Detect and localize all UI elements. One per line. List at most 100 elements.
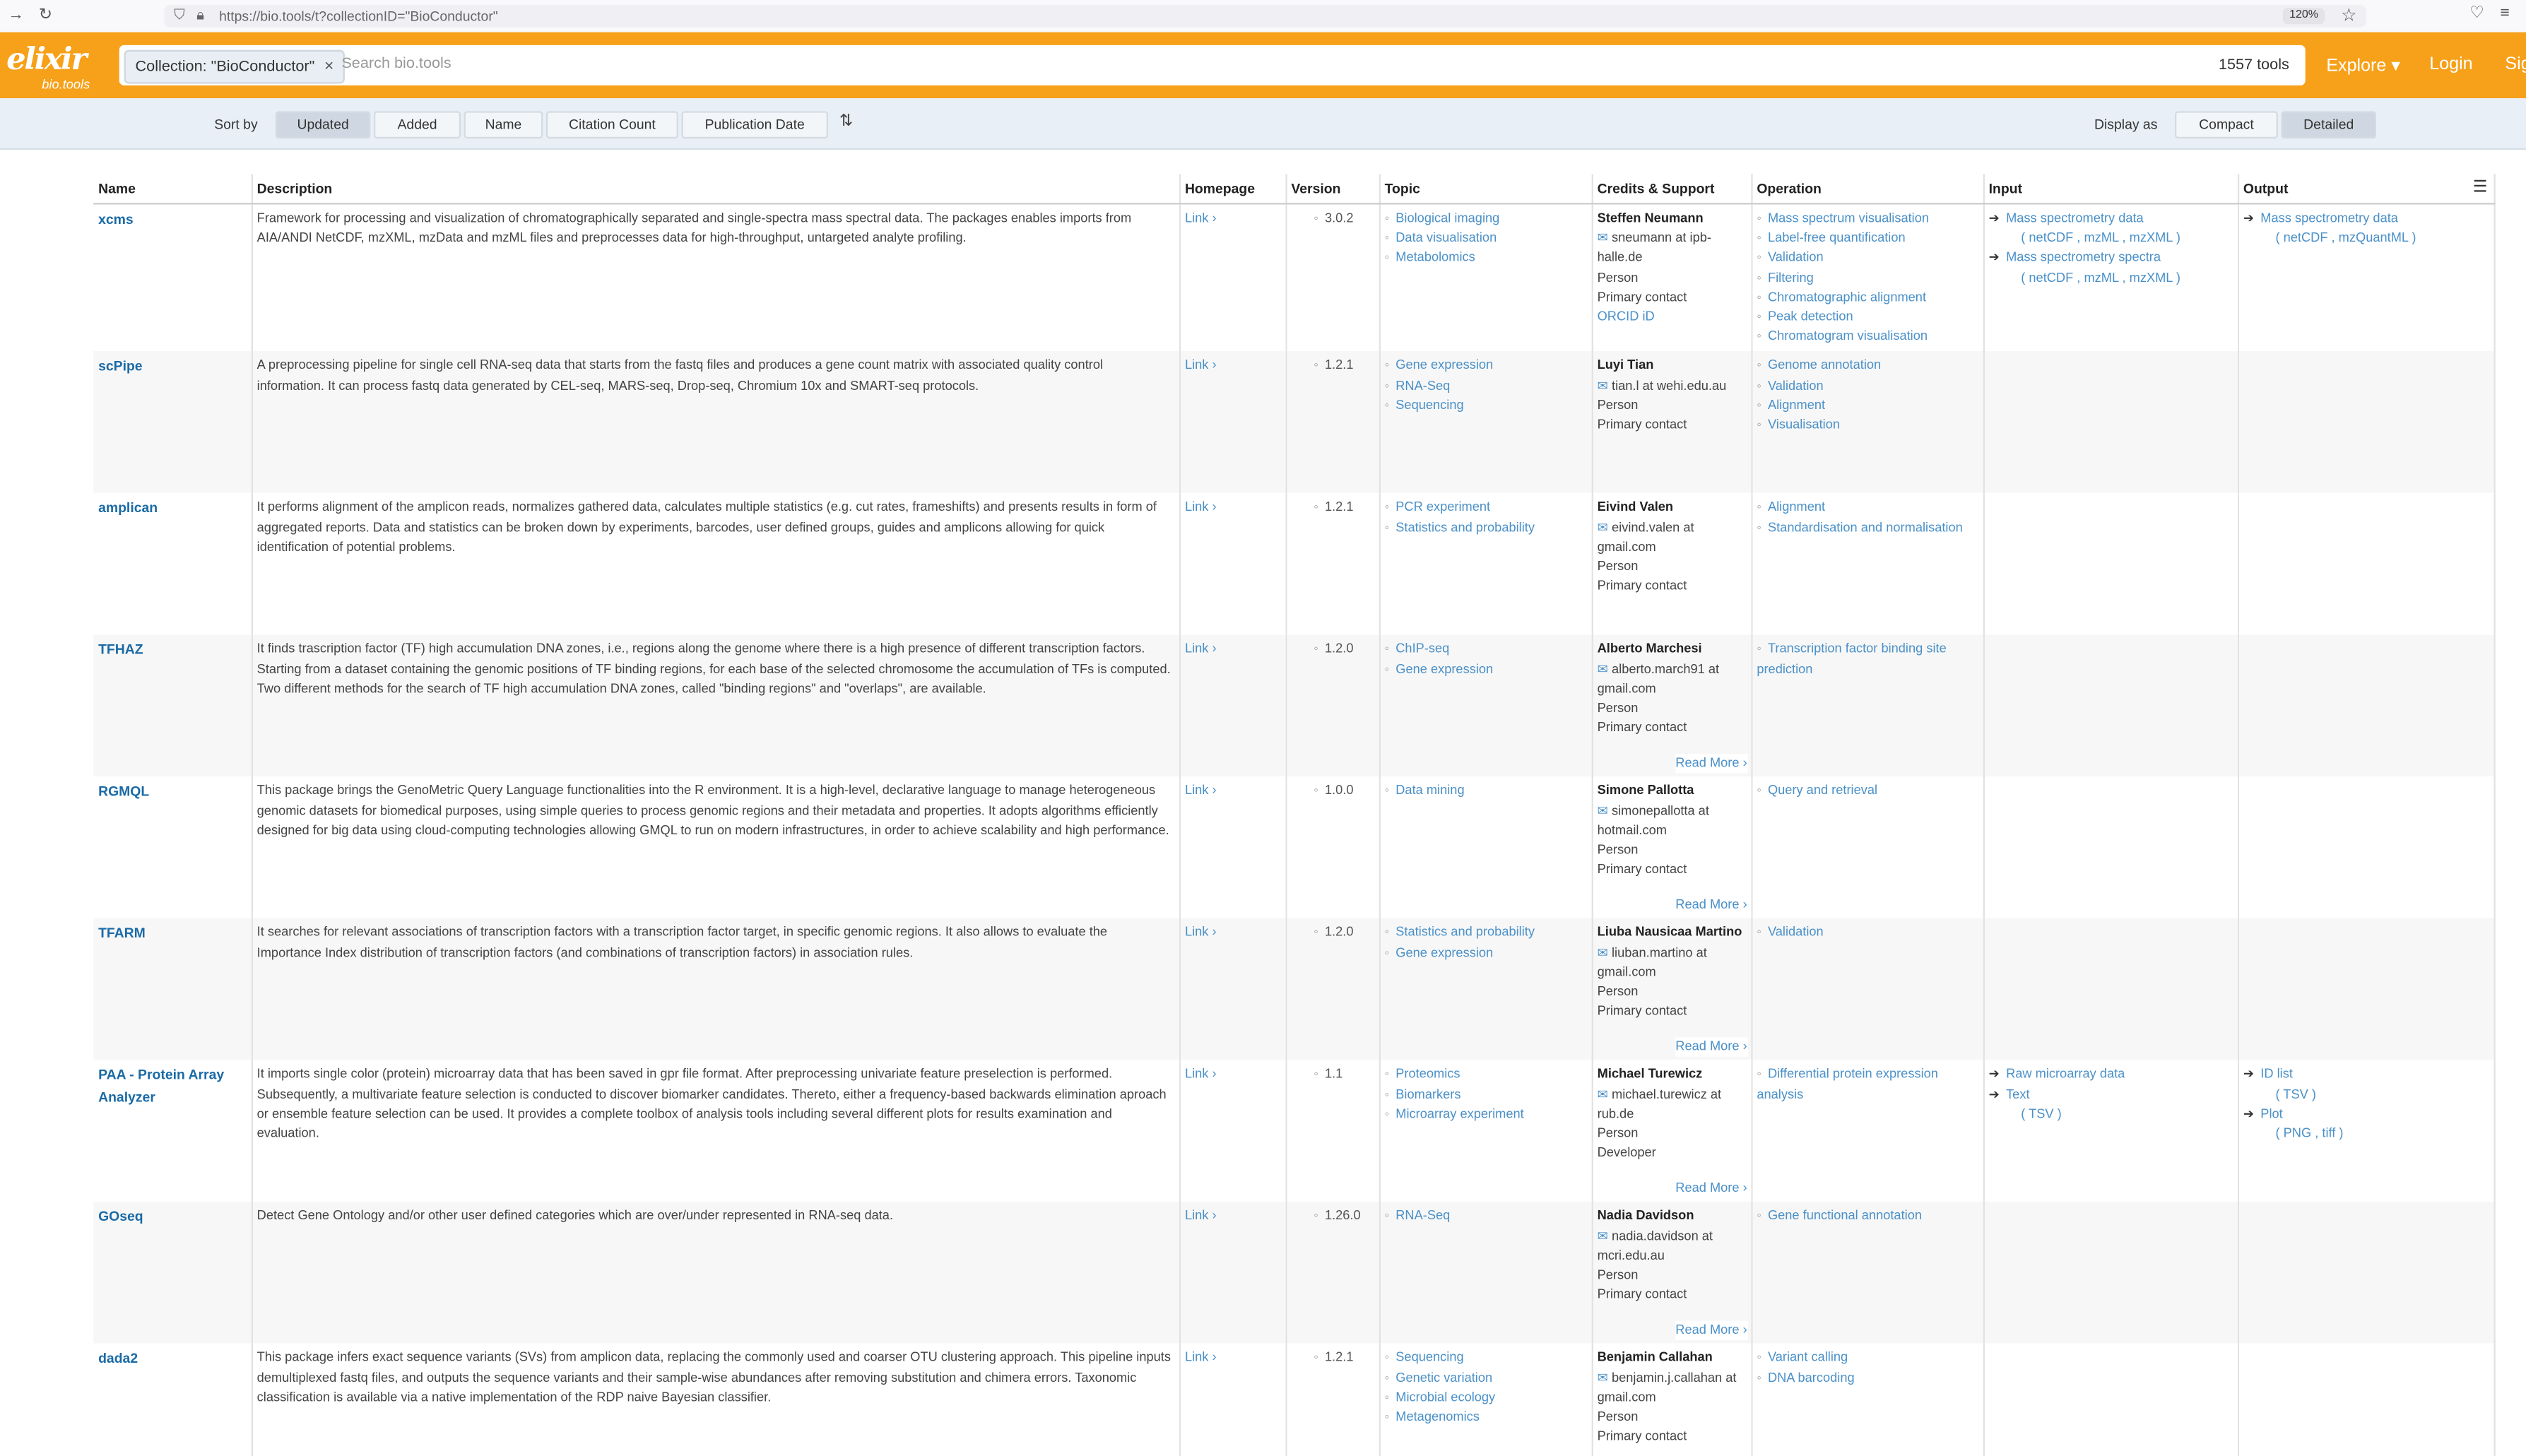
mail-icon[interactable]: ✉ <box>1598 661 1612 676</box>
tool-name-link[interactable]: scPipe <box>98 358 142 374</box>
explore-menu[interactable]: Explore ▾ <box>2326 55 2400 76</box>
operation-link[interactable]: Visualisation <box>1757 415 1977 435</box>
topic-link[interactable]: ChIP-seq <box>1385 640 1586 660</box>
operation-link[interactable]: Genome annotation <box>1757 357 1977 377</box>
operation-link[interactable]: Variant calling <box>1757 1349 1977 1368</box>
tool-name-link[interactable]: GOseq <box>98 1209 143 1225</box>
column-header[interactable]: Input <box>1983 174 2239 205</box>
operation-link[interactable]: Chromatographic alignment <box>1757 288 1977 308</box>
tool-name-link[interactable]: xcms <box>98 211 134 227</box>
topic-link[interactable]: Genetic variation <box>1385 1368 1586 1388</box>
operation-link[interactable]: Gene functional annotation <box>1757 1207 1977 1227</box>
bookmark-star-icon[interactable]: ☆ <box>2341 5 2357 25</box>
column-header[interactable]: Topic <box>1379 174 1593 205</box>
operation-link[interactable]: Differential protein expression analysis <box>1757 1065 1977 1105</box>
output-data-link[interactable]: ID list <box>2260 1067 2293 1082</box>
topic-link[interactable]: Biomarkers <box>1385 1085 1586 1105</box>
topic-link[interactable]: Gene expression <box>1385 660 1586 680</box>
tool-name-link[interactable]: PAA - Protein Array Analyzer <box>98 1067 224 1104</box>
elixir-logo[interactable]: elixir bio.tools <box>6 42 103 97</box>
output-formats[interactable]: ( netCDF , mzQuantML ) <box>2243 229 2489 249</box>
input-data-link[interactable]: Text <box>2006 1087 2029 1101</box>
display-compact-button[interactable]: Compact <box>2175 111 2278 139</box>
collection-filter-chip[interactable]: Collection: "BioConductor" × <box>124 49 346 84</box>
output-formats[interactable]: ( TSV ) <box>2243 1085 2489 1105</box>
tool-name-link[interactable]: TFARM <box>98 925 146 942</box>
operation-link[interactable]: Mass spectrum visualisation <box>1757 209 1977 229</box>
pocket-icon[interactable]: ♡ <box>2469 5 2484 23</box>
topic-link[interactable]: Biological imaging <box>1385 209 1586 229</box>
mail-icon[interactable]: ✉ <box>1598 520 1612 535</box>
mail-icon[interactable]: ✉ <box>1598 803 1612 818</box>
mail-icon[interactable]: ✉ <box>1598 1229 1612 1243</box>
mail-icon[interactable]: ✉ <box>1598 231 1612 246</box>
read-more-link[interactable]: Read More › <box>1675 896 1747 916</box>
column-header[interactable]: Version <box>1285 174 1380 205</box>
mail-icon[interactable]: ✉ <box>1598 1087 1612 1101</box>
homepage-link[interactable]: Link › <box>1185 1067 1217 1082</box>
close-icon[interactable]: × <box>324 58 334 76</box>
tool-name-link[interactable]: TFHAZ <box>98 641 143 658</box>
mail-icon[interactable]: ✉ <box>1598 945 1612 960</box>
read-more-link[interactable]: Read More › <box>1675 1179 1747 1200</box>
input-formats[interactable]: ( netCDF , mzML , mzXML ) <box>1989 229 2232 249</box>
topic-link[interactable]: PCR experiment <box>1385 498 1586 518</box>
topic-link[interactable]: Proteomics <box>1385 1065 1586 1085</box>
tool-name-link[interactable]: dada2 <box>98 1351 138 1367</box>
column-header[interactable]: Name <box>93 174 252 205</box>
homepage-link[interactable]: Link › <box>1185 783 1217 798</box>
topic-link[interactable]: Gene expression <box>1385 357 1586 377</box>
output-data-link[interactable]: Mass spectrometry data <box>2260 211 2398 226</box>
column-header[interactable]: Credits & Support <box>1591 174 1752 205</box>
read-more-link[interactable]: Read More › <box>1675 1321 1747 1341</box>
input-data-link[interactable]: Raw microarray data <box>2006 1067 2125 1082</box>
operation-link[interactable]: Query and retrieval <box>1757 782 1977 802</box>
operation-link[interactable]: Standardisation and normalisation <box>1757 518 1977 538</box>
topic-link[interactable]: Statistics and probability <box>1385 518 1586 538</box>
shield-icon[interactable]: ⛉ <box>174 6 184 24</box>
topic-link[interactable]: Data mining <box>1385 782 1586 802</box>
orcid-link[interactable]: ORCID iD <box>1598 308 1746 328</box>
signup-link[interactable]: Sig <box>2505 55 2526 74</box>
topic-link[interactable]: Sequencing <box>1385 1349 1586 1368</box>
input-data-link[interactable]: Mass spectrometry data <box>2006 211 2144 226</box>
sort-added-button[interactable]: Added <box>373 111 461 139</box>
homepage-link[interactable]: Link › <box>1185 1351 1217 1366</box>
column-header[interactable]: Description <box>251 174 1181 205</box>
homepage-link[interactable]: Link › <box>1185 925 1217 940</box>
extension-icon[interactable]: ≡ <box>2501 5 2510 23</box>
search-bar[interactable]: Collection: "BioConductor" × Search bio.t… <box>119 45 2306 85</box>
operation-link[interactable]: Validation <box>1757 923 1977 943</box>
topic-link[interactable]: Microbial ecology <box>1385 1388 1586 1408</box>
back-arrow-icon[interactable]: → <box>8 6 24 25</box>
lock-icon[interactable]: 🔒︎ <box>196 6 204 24</box>
operation-link[interactable]: Alignment <box>1757 498 1977 518</box>
homepage-link[interactable]: Link › <box>1185 358 1217 373</box>
operation-link[interactable]: Chromatogram visualisation <box>1757 327 1977 347</box>
input-formats[interactable]: ( netCDF , mzML , mzXML ) <box>1989 268 2232 288</box>
operation-link[interactable]: Peak detection <box>1757 308 1977 328</box>
zoom-level[interactable]: 120% <box>2282 8 2325 25</box>
reload-icon[interactable]: ↻ <box>39 6 52 25</box>
topic-link[interactable]: RNA-Seq <box>1385 1207 1586 1227</box>
operation-link[interactable]: Transcription factor binding site predic… <box>1757 640 1977 680</box>
url-bar[interactable]: ⛉ 🔒︎ https://bio.tools/t?collectionID="B… <box>164 4 2367 28</box>
operation-link[interactable]: Label-free quantification <box>1757 229 1977 249</box>
sort-order-icon[interactable]: ⇅ <box>839 113 853 131</box>
search-input[interactable]: Search bio.tools <box>341 55 451 73</box>
sort-name-button[interactable]: Name <box>464 111 543 139</box>
topic-link[interactable]: RNA-Seq <box>1385 377 1586 396</box>
homepage-link[interactable]: Link › <box>1185 1209 1217 1224</box>
read-more-link[interactable]: Read More › <box>1675 754 1747 774</box>
sort-publication-date-button[interactable]: Publication Date <box>681 111 828 139</box>
operation-link[interactable]: DNA barcoding <box>1757 1368 1977 1388</box>
operation-link[interactable]: Alignment <box>1757 396 1977 415</box>
login-link[interactable]: Login <box>2429 55 2472 74</box>
topic-link[interactable]: Metagenomics <box>1385 1408 1586 1428</box>
topic-link[interactable]: Sequencing <box>1385 396 1586 415</box>
sort-updated-button[interactable]: Updated <box>275 111 371 139</box>
url-text[interactable]: https://bio.tools/t?collectionID="BioCon… <box>219 8 498 24</box>
column-header[interactable]: Output <box>2237 174 2495 205</box>
sort-citation-count-button[interactable]: Citation Count <box>545 111 678 139</box>
output-formats[interactable]: ( PNG , tiff ) <box>2243 1125 2489 1144</box>
